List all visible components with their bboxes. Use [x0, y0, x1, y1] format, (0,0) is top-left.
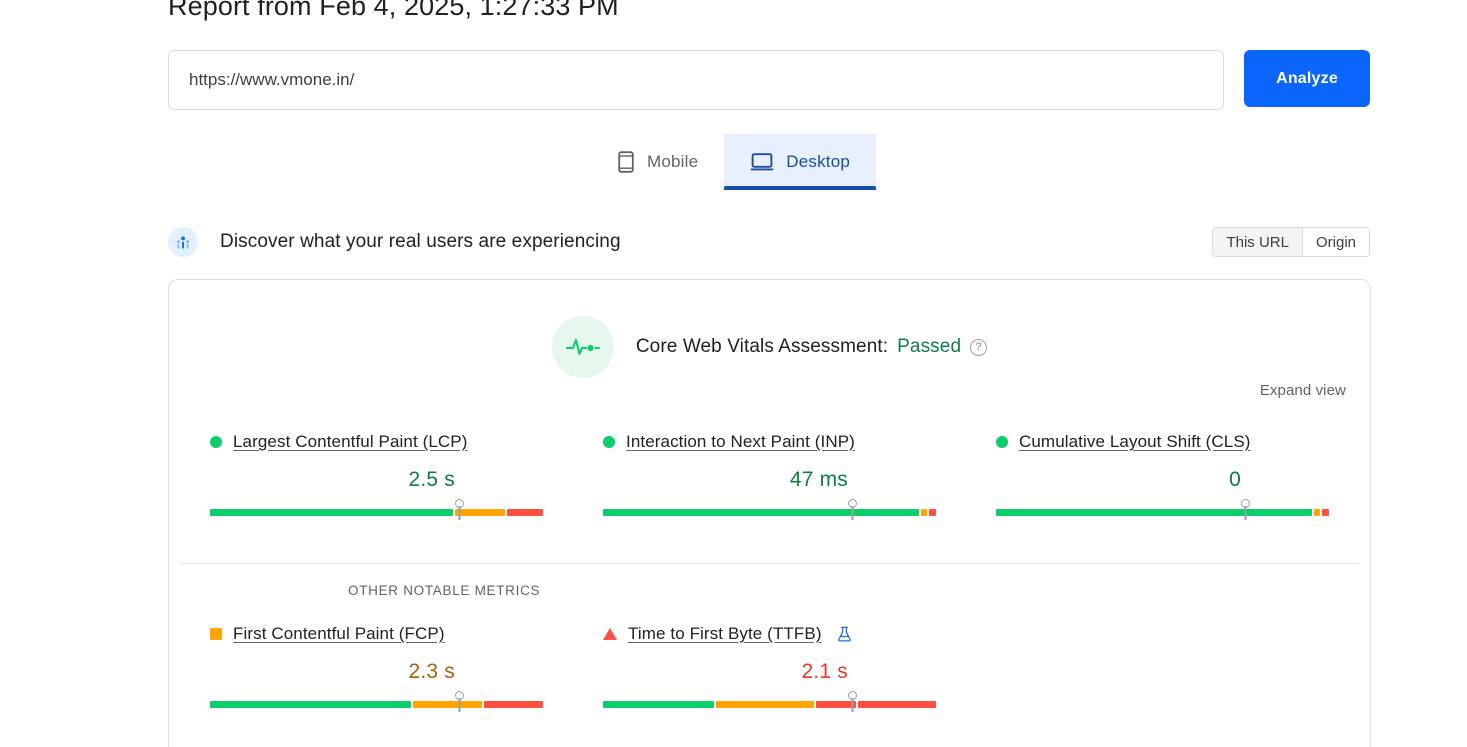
metric-cls-head: Cumulative Layout Shift (CLS): [996, 430, 1329, 454]
help-icon[interactable]: ?: [970, 338, 988, 356]
metric-ttfb-label[interactable]: Time to First Byte (TTFB): [628, 624, 822, 644]
metric-inp: Interaction to Next Paint (INP) 47 ms: [573, 430, 966, 520]
desktop-icon: [750, 152, 774, 172]
metric-lcp: Largest Contentful Paint (LCP) 2.5 s: [180, 430, 573, 520]
metric-fcp-head: First Contentful Paint (FCP): [210, 622, 543, 646]
device-tabs: Mobile Desktop: [0, 134, 1467, 190]
metric-lcp-value: 2.5 s: [408, 468, 455, 491]
url-form: Analyze: [168, 50, 1370, 110]
assessment-status: Passed: [897, 336, 962, 357]
metric-fcp-value: 2.3 s: [408, 660, 455, 683]
metric-fcp-bar: [210, 691, 543, 712]
metric-ttfb-value: 2.1 s: [801, 660, 848, 683]
metric-fcp: First Contentful Paint (FCP) 2.3 s: [180, 622, 573, 712]
metric-ttfb-head: Time to First Byte (TTFB): [603, 622, 936, 646]
status-dot-good: [210, 436, 222, 448]
tab-desktop[interactable]: Desktop: [724, 134, 877, 190]
field-data-header: Discover what your real users are experi…: [168, 226, 1370, 258]
core-web-vitals-metrics: Largest Contentful Paint (LCP) 2.5 s Int…: [169, 430, 1370, 520]
status-triangle-poor: [603, 628, 617, 640]
other-metrics-label: Other Notable Metrics: [348, 583, 541, 598]
url-input[interactable]: [168, 50, 1224, 110]
field-data-heading: Discover what your real users are experi…: [220, 231, 621, 252]
metric-fcp-label[interactable]: First Contentful Paint (FCP): [233, 624, 445, 644]
metric-cls-bar: [996, 499, 1329, 520]
status-dot-good: [603, 436, 615, 448]
metric-lcp-bar: [210, 499, 543, 520]
scope-toggle: This URL Origin: [1212, 227, 1370, 257]
scope-origin-button[interactable]: Origin: [1301, 228, 1369, 256]
flask-icon: [837, 626, 852, 643]
metric-inp-value: 47 ms: [789, 468, 848, 491]
users-group-icon: [168, 227, 198, 257]
tab-mobile[interactable]: Mobile: [591, 134, 724, 190]
vitals-pulse-icon: [551, 316, 614, 378]
core-web-vitals-assessment: Core Web Vitals Assessment: Passed ?: [169, 316, 1370, 378]
page-title: Report from Feb 4, 2025, 1:27:33 PM: [168, 0, 619, 21]
metric-cls-label[interactable]: Cumulative Layout Shift (CLS): [1019, 432, 1251, 452]
tab-mobile-label: Mobile: [646, 152, 699, 171]
metric-placeholder: [966, 622, 1359, 710]
metric-cls: Cumulative Layout Shift (CLS) 0: [966, 430, 1359, 520]
scope-this-url-button[interactable]: This URL: [1213, 228, 1302, 256]
metric-inp-label[interactable]: Interaction to Next Paint (INP): [626, 432, 855, 452]
metric-cls-value: 0: [1229, 468, 1241, 491]
metric-lcp-head: Largest Contentful Paint (LCP): [210, 430, 543, 454]
assessment-label: Core Web Vitals Assessment:: [635, 336, 889, 357]
assessment-text: Core Web Vitals Assessment: Passed ?: [635, 336, 988, 358]
status-dot-good: [996, 436, 1008, 448]
expand-view-link[interactable]: Expand view: [1260, 382, 1346, 399]
pagespeed-report-page: Report from Feb 4, 2025, 1:27:33 PM Anal…: [0, 0, 1467, 747]
metric-lcp-label[interactable]: Largest Contentful Paint (LCP): [233, 432, 468, 452]
metric-inp-head: Interaction to Next Paint (INP): [603, 430, 936, 454]
analyze-button[interactable]: Analyze: [1244, 50, 1370, 107]
metric-ttfb: Time to First Byte (TTFB) 2.1 s: [573, 622, 966, 712]
status-square-needs-improvement: [210, 628, 222, 640]
tab-desktop-label: Desktop: [786, 152, 851, 171]
other-notable-metrics: First Contentful Paint (FCP) 2.3 s Time …: [169, 622, 1370, 712]
field-data-card: Core Web Vitals Assessment: Passed ? Exp…: [168, 279, 1371, 747]
metric-inp-bar: [603, 499, 936, 520]
metric-ttfb-bar: [603, 691, 936, 712]
mobile-icon: [617, 151, 635, 173]
section-divider: [180, 563, 1359, 564]
